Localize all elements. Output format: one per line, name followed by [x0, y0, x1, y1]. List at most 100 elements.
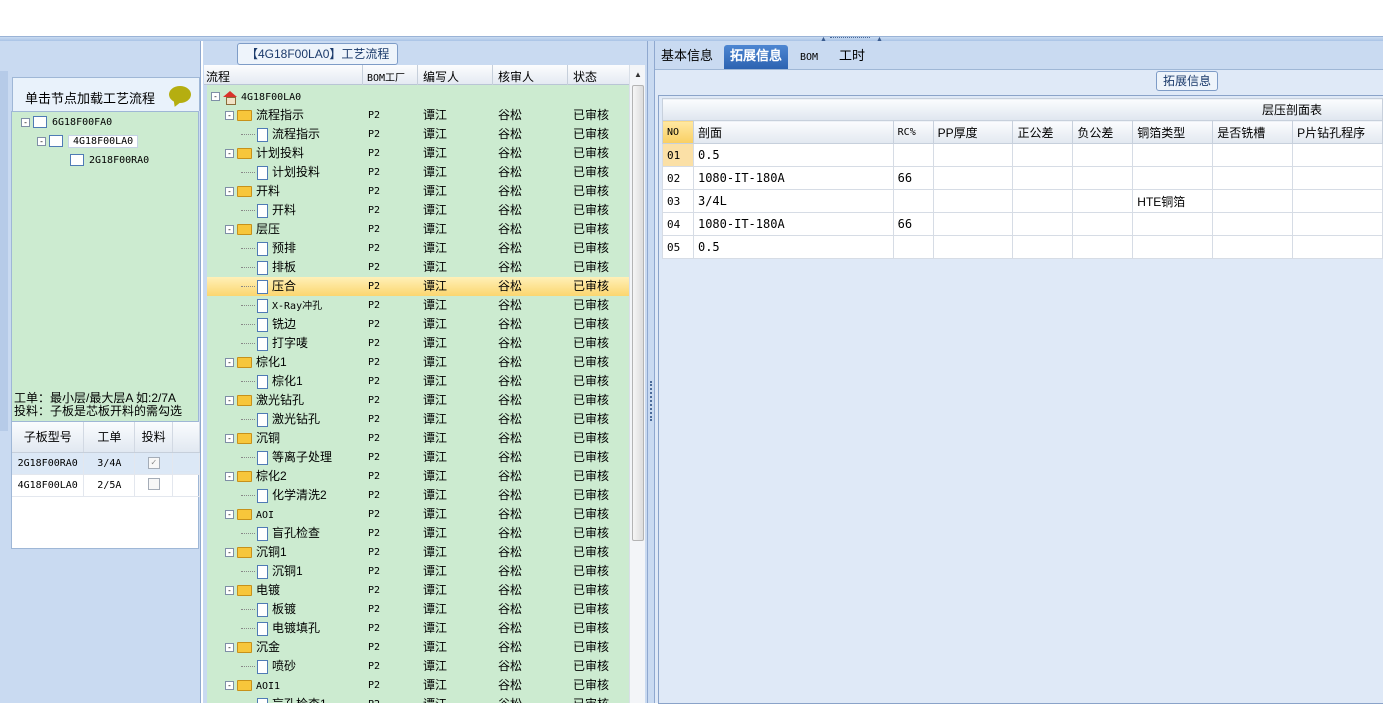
table-cell[interactable]: 0.5: [692, 143, 894, 167]
process-name-cell[interactable]: - 沉铜: [225, 429, 280, 448]
status-cell[interactable]: 已审核: [573, 429, 609, 448]
process-row[interactable]: 排板 P2 谭江 谷松 已审核: [207, 258, 629, 277]
table-cell[interactable]: [932, 143, 1014, 167]
writer-cell[interactable]: 谭江: [423, 220, 447, 239]
reviewer-cell[interactable]: 谷松: [498, 182, 522, 201]
table-cell[interactable]: [1072, 143, 1134, 167]
process-row[interactable]: - 4G18F00LA0: [207, 87, 629, 106]
bom-cell[interactable]: P2: [368, 125, 380, 144]
collapse-toggle-icon[interactable]: -: [225, 396, 234, 406]
bom-cell[interactable]: P2: [368, 277, 380, 296]
bom-cell[interactable]: P2: [368, 410, 380, 429]
process-name-cell[interactable]: - 沉金: [225, 638, 280, 657]
reviewer-cell[interactable]: 谷松: [498, 391, 522, 410]
bom-cell[interactable]: P2: [368, 163, 380, 182]
bom-cell[interactable]: P2: [368, 372, 380, 391]
reviewer-cell[interactable]: 谷松: [498, 505, 522, 524]
bom-cell[interactable]: P2: [368, 695, 380, 703]
reviewer-cell[interactable]: 谷松: [498, 562, 522, 581]
writer-cell[interactable]: 谭江: [423, 543, 447, 562]
bom-cell[interactable]: P2: [368, 334, 380, 353]
process-name-cell[interactable]: - 4G18F00LA0: [211, 87, 301, 107]
collapse-toggle-icon[interactable]: -: [225, 586, 234, 596]
column-header-bom[interactable]: BOM工厂: [367, 69, 405, 84]
column-header-order[interactable]: 工单: [83, 422, 136, 453]
bom-cell[interactable]: P2: [368, 619, 380, 638]
bom-cell[interactable]: P2: [368, 524, 380, 543]
bom-cell[interactable]: P2: [368, 429, 380, 448]
table-cell[interactable]: [1132, 166, 1214, 190]
bom-cell[interactable]: P2: [368, 448, 380, 467]
table-cell[interactable]: 66: [892, 212, 934, 236]
writer-cell[interactable]: 谭江: [423, 581, 447, 600]
table-row[interactable]: 01 0.5: [662, 143, 1383, 167]
table-cell[interactable]: HTE铜箔: [1132, 189, 1214, 213]
tab-extended-info[interactable]: 拓展信息: [724, 45, 789, 69]
process-name-cell[interactable]: 开料: [241, 201, 296, 220]
collapse-toggle-icon[interactable]: -: [225, 434, 234, 444]
reviewer-cell[interactable]: 谷松: [498, 467, 522, 486]
collapse-toggle-icon[interactable]: -: [37, 136, 46, 146]
reviewer-cell[interactable]: 谷松: [498, 220, 522, 239]
bom-cell[interactable]: P2: [368, 638, 380, 657]
process-name-cell[interactable]: 沉铜1: [241, 562, 303, 581]
table-cell[interactable]: [892, 235, 934, 259]
reviewer-cell[interactable]: 谷松: [498, 410, 522, 429]
table-cell[interactable]: [1012, 189, 1074, 213]
table-cell[interactable]: [1072, 235, 1134, 259]
status-cell[interactable]: 已审核: [573, 486, 609, 505]
cell-order[interactable]: 3/4A: [83, 452, 136, 475]
table-row[interactable]: 4G18F00LA0 2/5A: [12, 474, 200, 497]
reviewer-cell[interactable]: 谷松: [498, 543, 522, 562]
process-row[interactable]: - 激光钻孔 P2 谭江 谷松 已审核: [207, 391, 629, 410]
process-name-cell[interactable]: - 流程指示: [225, 106, 304, 125]
process-row[interactable]: 喷砂 P2 谭江 谷松 已审核: [207, 657, 629, 676]
status-cell[interactable]: 已审核: [573, 296, 609, 315]
reviewer-cell[interactable]: 谷松: [498, 600, 522, 619]
process-name-cell[interactable]: X-Ray冲孔: [241, 296, 322, 316]
process-name-cell[interactable]: 打字唛: [241, 334, 308, 353]
collapse-toggle-icon[interactable]: -: [225, 548, 234, 558]
reviewer-cell[interactable]: 谷松: [498, 163, 522, 182]
status-cell[interactable]: 已审核: [573, 258, 609, 277]
scroll-thumb[interactable]: [632, 85, 644, 541]
table-row[interactable]: 2G18F00RA0 3/4A ✓: [12, 452, 200, 475]
table-cell[interactable]: [1212, 212, 1294, 236]
splitter-grip[interactable]: [650, 381, 652, 421]
process-name-cell[interactable]: 棕化1: [241, 372, 303, 391]
table-cell[interactable]: [1012, 166, 1074, 190]
table-cell[interactable]: [1132, 235, 1214, 259]
writer-cell[interactable]: 谭江: [423, 505, 447, 524]
status-cell[interactable]: 已审核: [573, 353, 609, 372]
table-cell[interactable]: 05: [662, 235, 694, 259]
vertical-splitter[interactable]: [647, 41, 655, 703]
column-header-status[interactable]: 状态: [573, 68, 597, 85]
bom-cell[interactable]: P2: [368, 201, 380, 220]
writer-cell[interactable]: 谭江: [423, 467, 447, 486]
writer-cell[interactable]: 谭江: [423, 600, 447, 619]
table-cell[interactable]: 3/4L: [692, 189, 894, 213]
bom-cell[interactable]: P2: [368, 182, 380, 201]
bom-cell[interactable]: P2: [368, 106, 380, 125]
status-cell[interactable]: 已审核: [573, 239, 609, 258]
reviewer-cell[interactable]: 谷松: [498, 638, 522, 657]
table-row[interactable]: 03 3/4L HTE铜箔: [662, 189, 1383, 213]
bom-cell[interactable]: P2: [368, 467, 380, 486]
status-cell[interactable]: 已审核: [573, 277, 609, 296]
vertical-scrollbar[interactable]: ▲: [629, 65, 645, 703]
reviewer-cell[interactable]: 谷松: [498, 277, 522, 296]
writer-cell[interactable]: 谭江: [423, 486, 447, 505]
column-header-section[interactable]: 剖面: [692, 120, 894, 144]
cell-model[interactable]: 2G18F00RA0: [12, 452, 85, 475]
bom-cell[interactable]: P2: [368, 543, 380, 562]
reviewer-cell[interactable]: 谷松: [498, 372, 522, 391]
writer-cell[interactable]: 谭江: [423, 163, 447, 182]
bom-cell[interactable]: P2: [368, 296, 380, 315]
process-row[interactable]: - 流程指示 P2 谭江 谷松 已审核: [207, 106, 629, 125]
process-row[interactable]: 等离子处理 P2 谭江 谷松 已审核: [207, 448, 629, 467]
reviewer-cell[interactable]: 谷松: [498, 125, 522, 144]
status-cell[interactable]: 已审核: [573, 600, 609, 619]
collapse-toggle-icon[interactable]: -: [225, 681, 234, 691]
process-name-cell[interactable]: 电镀填孔: [241, 619, 320, 638]
writer-cell[interactable]: 谭江: [423, 638, 447, 657]
